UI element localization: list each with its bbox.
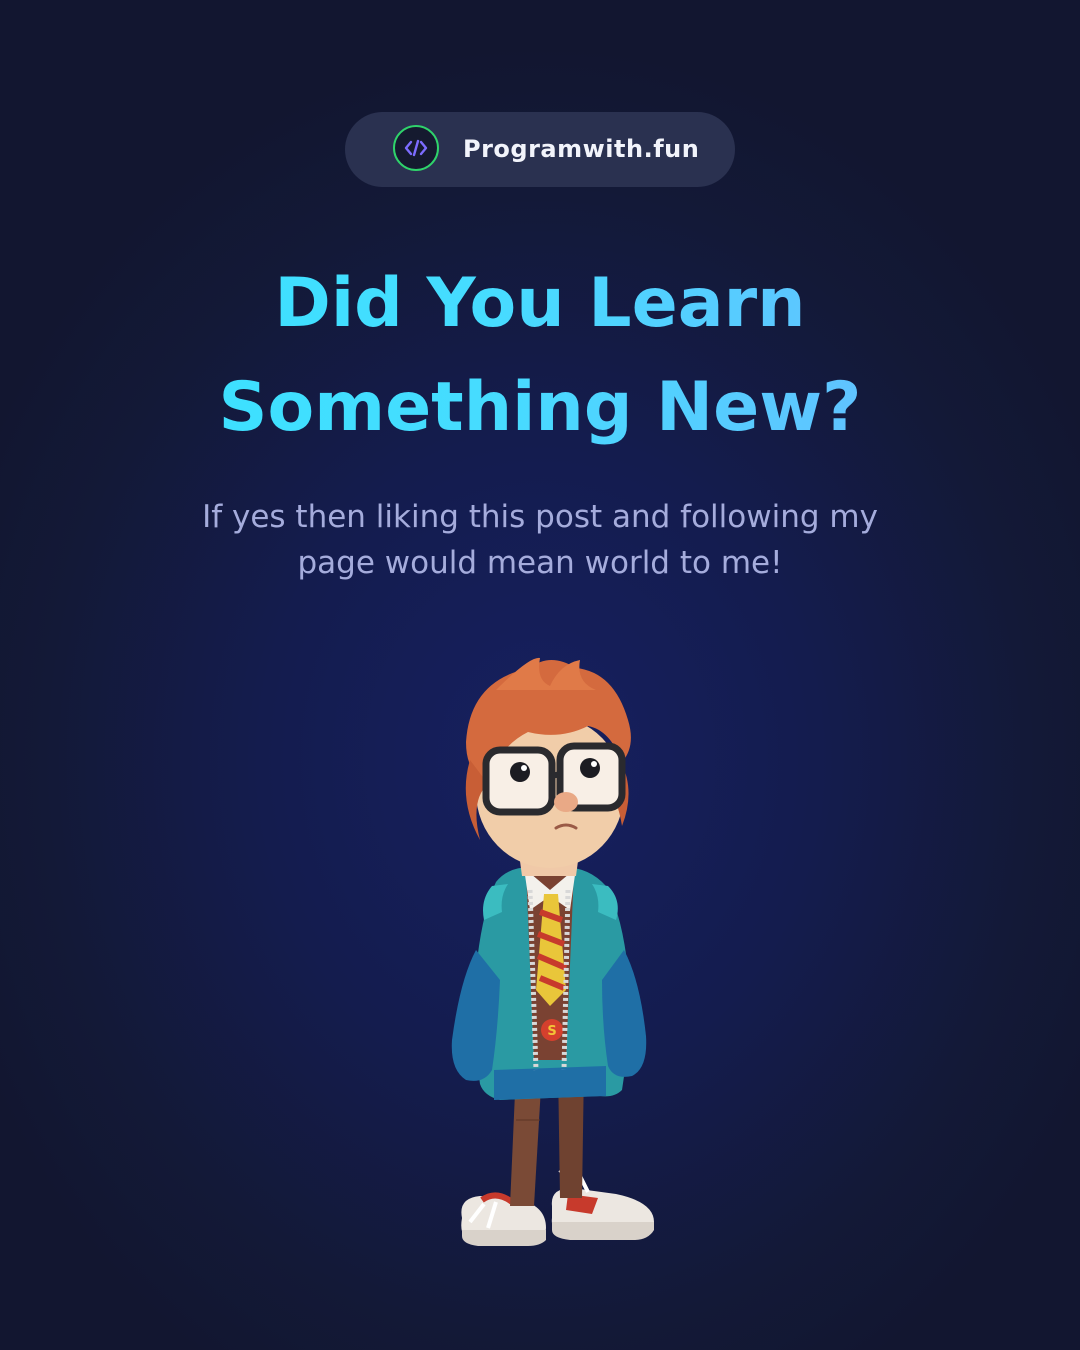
code-brackets-icon [393,125,439,171]
brand-name: Programwith.fun [463,135,700,163]
title-line-2: Something New? [218,368,862,447]
subtitle-line-1: If yes then liking this post and followi… [202,499,878,535]
subtitle-line-2: page would mean world to me! [297,545,783,581]
cartoon-boy-illustration: S [451,657,654,1246]
title-line-1: Did You Learn [274,264,806,343]
brand-badge[interactable]: Programwith.fun [345,112,735,187]
page-title: Did You Learn Something New? [0,252,1080,460]
svg-text:S: S [547,1024,556,1039]
call-to-action-text: If yes then liking this post and followi… [110,494,970,586]
post-card: Programwith.fun Did You Learn Something … [0,0,1080,1350]
